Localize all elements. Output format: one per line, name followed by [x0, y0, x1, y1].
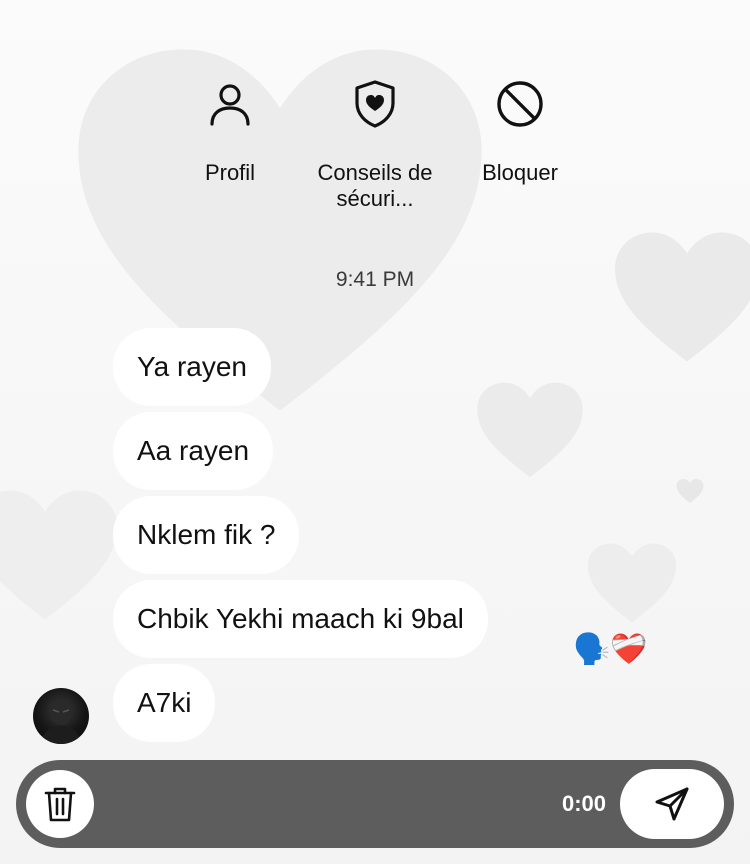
safety-tips-button[interactable]: Conseils de sécuri...	[305, 78, 445, 228]
block-button[interactable]: Bloquer	[450, 78, 590, 228]
person-icon	[204, 78, 256, 130]
message-timestamp: 9:41 PM	[335, 268, 415, 291]
background-heart-left	[0, 470, 120, 640]
profile-actions: Profil Conseils de sécuri... Bloquer	[160, 78, 590, 228]
message-bubble[interactable]: Nklem fik ?	[113, 496, 300, 574]
message-bubble[interactable]: Aa rayen	[113, 412, 274, 490]
message-bubble[interactable]: Ya rayen	[113, 328, 271, 406]
profile-button[interactable]: Profil	[160, 78, 300, 228]
avatar[interactable]	[33, 688, 89, 744]
send-icon	[655, 787, 689, 821]
shield-heart-icon	[349, 78, 401, 130]
chat-screen: Profil Conseils de sécuri... Bloquer 9:4…	[0, 0, 750, 864]
profile-label: Profil	[204, 160, 256, 185]
block-icon	[494, 78, 546, 130]
message-reaction[interactable]: 🗣️❤️‍🩹	[573, 630, 648, 670]
trash-icon	[44, 787, 76, 822]
message-bubble[interactable]: Chbik Yekhi maach ki 9bal	[113, 580, 488, 658]
recording-timer: 0:00	[561, 791, 606, 816]
block-label: Bloquer	[482, 160, 558, 185]
message-bubble[interactable]: A7ki	[113, 664, 216, 742]
send-button[interactable]	[620, 769, 724, 839]
background-heart-tiny	[676, 478, 704, 504]
background-heart-small	[586, 540, 678, 626]
voice-message-composer: 0:00	[16, 760, 734, 848]
delete-recording-button[interactable]	[26, 770, 94, 838]
background-heart-mid	[475, 375, 585, 485]
safety-tips-label: Conseils de sécuri...	[317, 160, 433, 211]
background-heart-right	[612, 222, 750, 372]
